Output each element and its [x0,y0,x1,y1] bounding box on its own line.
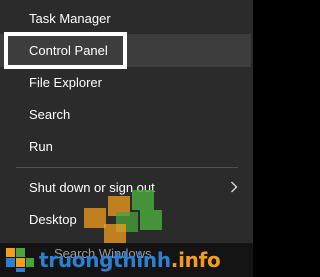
watermark-block [132,190,154,210]
menu-item-label: Control Panel [29,43,108,58]
menu-item-file-explorer[interactable]: File Explorer [0,66,251,99]
chevron-right-icon [231,181,238,193]
menu-item-task-manager[interactable]: Task Manager [0,2,251,35]
watermark-block [84,208,106,228]
menu-item-label: File Explorer [29,75,102,90]
watermark-main: truongthinh [39,248,171,272]
menu-item-label: Run [29,139,53,154]
watermark-block [140,210,162,230]
watermark-block [104,224,126,244]
watermark-blocks [60,190,170,250]
watermark-tld: .info [170,248,221,272]
menu-item-control-panel[interactable]: Control Panel [0,34,251,67]
menu-item-search[interactable]: Search [0,98,251,131]
logo-icon [6,248,34,272]
watermark: truongthinh.info [6,247,221,273]
menu-item-run[interactable]: Run [0,130,251,163]
menu-separator [16,167,238,168]
winx-context-menu: Task Manager Control Panel File Explorer… [0,0,253,277]
watermark-text: truongthinh.info [39,247,221,273]
menu-item-label: Search [29,107,71,122]
menu-item-label: Task Manager [29,11,111,26]
